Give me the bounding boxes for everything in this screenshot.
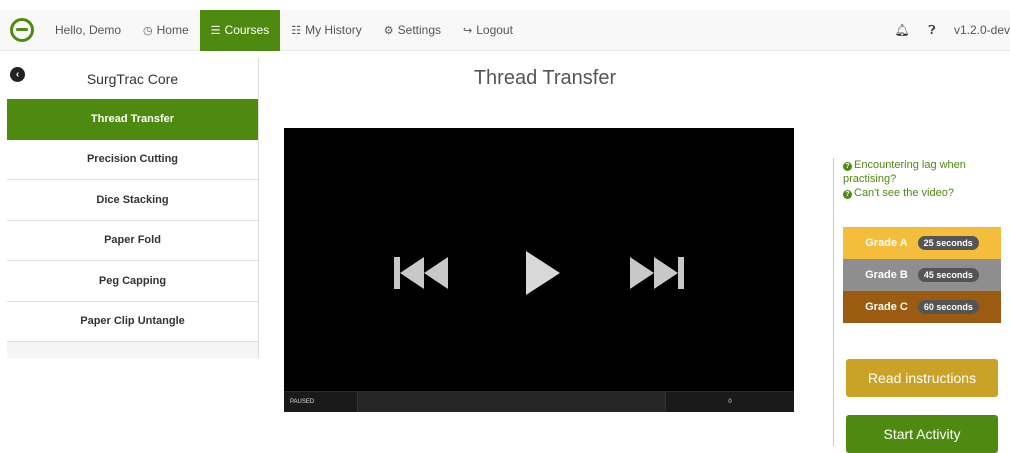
nav-home-label: Home [156,23,189,37]
lag-help-link[interactable]: ? Encountering lag when practising? [843,158,1010,186]
grade-a-row: Grade A 25 seconds [843,227,1001,259]
nav-settings-label: Settings [397,23,441,37]
nav-my-history[interactable]: ☷ My History [280,10,373,51]
logo-icon [10,18,34,42]
sidebar-header: ‹ SurgTrac Core [7,58,258,99]
start-activity-button[interactable]: Start Activity [846,415,998,453]
video-player[interactable]: PAUSED 0 [284,128,794,412]
lag-help-text: Encountering lag when practising? [843,159,966,185]
help-icon[interactable]: ❓︎ [920,23,944,38]
sidebar-item-paper-fold[interactable]: Paper Fold [7,220,258,261]
nav-logout[interactable]: ↪ Logout [452,10,524,51]
sidebar: ‹ SurgTrac Core Thread Transfer Precisio… [7,58,259,358]
skip-back-icon[interactable] [394,257,448,289]
version-label: v1.2.0-dev [953,23,1010,37]
question-icon: ? [843,162,852,171]
nav-courses-label: Courses [224,23,270,37]
logo[interactable] [0,10,44,51]
player-state: PAUSED [284,392,358,412]
clock-icon: ◷ [143,24,153,37]
grade-c-row: Grade C 60 seconds [843,291,1001,323]
back-icon[interactable]: ‹ [10,67,25,82]
video-help-link[interactable]: ? Can't see the video? [843,186,1010,200]
top-navbar: Hello, Demo ◷ Home ☰ Courses ☷ My Histor… [0,9,1010,51]
sidebar-footer [7,342,258,358]
grade-a-label: Grade A [865,237,908,249]
page-title: Thread Transfer [473,67,617,89]
player-statusbar: PAUSED 0 [284,391,794,412]
player-progress-bar[interactable] [358,392,666,412]
sidebar-item-precision-cutting[interactable]: Precision Cutting [7,139,258,180]
skip-forward-icon[interactable] [630,257,684,289]
grade-b-time-badge: 45 seconds [917,268,979,282]
grade-b-label: Grade B [865,269,908,281]
sidebar-item-paper-clip-untangle[interactable]: Paper Clip Untangle [7,301,258,342]
grade-c-label: Grade C [865,301,908,313]
question-icon: ? [843,190,852,199]
sidebar-item-thread-transfer[interactable]: Thread Transfer [7,99,258,140]
nav-logout-label: Logout [476,23,513,37]
player-time: 0 [728,399,732,405]
activity-panel: ? Encountering lag when practising? ? Can'… [833,158,1010,453]
gear-icon: ⚙ [383,24,394,37]
read-instructions-button[interactable]: Read instructions [846,359,998,397]
list-icon: ☰ [210,24,221,37]
help-links: ? Encountering lag when practising? ? Can'… [834,158,1010,200]
nav-home[interactable]: ◷ Home [132,10,200,51]
nav-settings[interactable]: ⚙ Settings [373,10,452,51]
play-icon[interactable] [518,251,560,295]
greeting: Hello, Demo [55,23,122,37]
sidebar-title: SurgTrac Core [86,70,179,87]
grade-c-time-badge: 60 seconds [917,300,979,314]
nav-my-history-label: My History [305,23,362,37]
grade-b-row: Grade B 45 seconds [843,259,1001,291]
sidebar-item-dice-stacking[interactable]: Dice Stacking [7,180,258,221]
logout-icon: ↪ [463,24,473,37]
video-help-text: Can't see the video? [854,187,954,199]
bar-chart-icon: ☷ [291,24,302,37]
grade-a-time-badge: 25 seconds [917,236,979,250]
player-controls [284,228,794,318]
sidebar-item-peg-capping[interactable]: Peg Capping [7,261,258,302]
bell-icon[interactable]: 🔔︎ [890,23,914,37]
nav-courses[interactable]: ☰ Courses [199,9,281,51]
